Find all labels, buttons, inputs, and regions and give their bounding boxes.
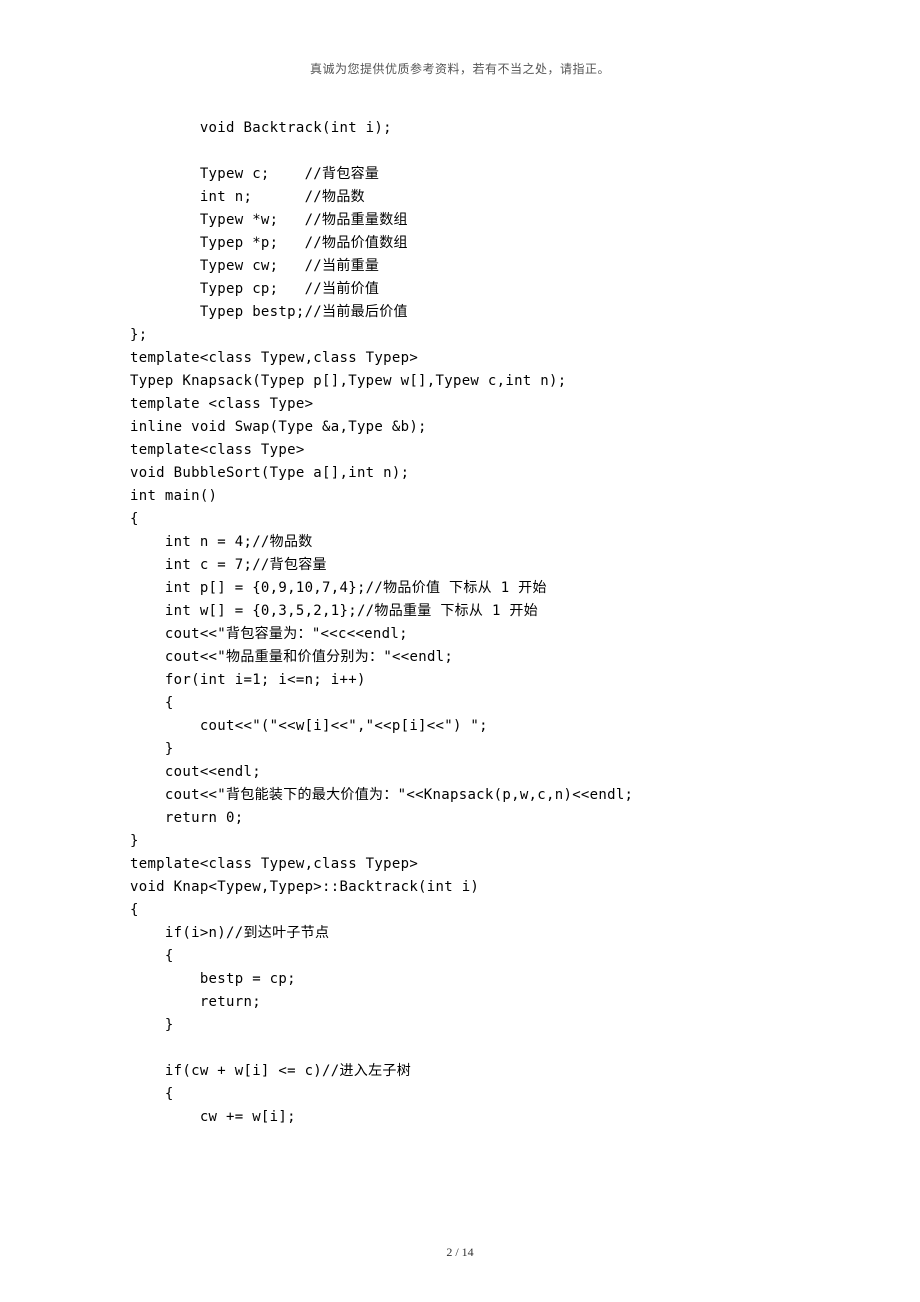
page-header: 真诚为您提供优质参考资料，若有不当之处，请指正。 bbox=[130, 60, 790, 77]
code-block: void Backtrack(int i); Typew c; //背包容量 i… bbox=[130, 117, 790, 1129]
document-page: 真诚为您提供优质参考资料，若有不当之处，请指正。 void Backtrack(… bbox=[0, 0, 920, 1302]
page-footer: 2 / 14 bbox=[0, 1245, 920, 1260]
